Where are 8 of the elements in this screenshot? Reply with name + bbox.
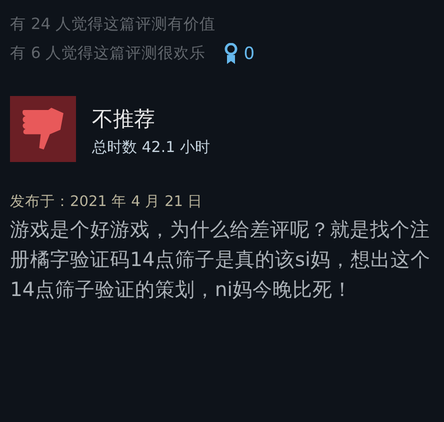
playtime-text: 总时数 42.1 小时 bbox=[92, 138, 210, 157]
award-ribbon-icon bbox=[224, 42, 238, 64]
award-count: 0 bbox=[244, 44, 255, 64]
review-text: 游戏是个好游戏，为什么给差评呢？就是找个注册橘字验证码14点筛子是真的该si妈，想出这个14点筛子验证的策划，ni妈今晚比死！ bbox=[10, 217, 432, 303]
helpful-count: 有 24 人觉得这篇评测有价值 bbox=[10, 14, 217, 35]
posted-date: 发布于：2021 年 4 月 21 日 bbox=[10, 193, 204, 211]
verdict-title: 不推荐 bbox=[92, 106, 156, 132]
funny-count: 有 6 人觉得这篇评测很欢乐 bbox=[10, 43, 206, 64]
